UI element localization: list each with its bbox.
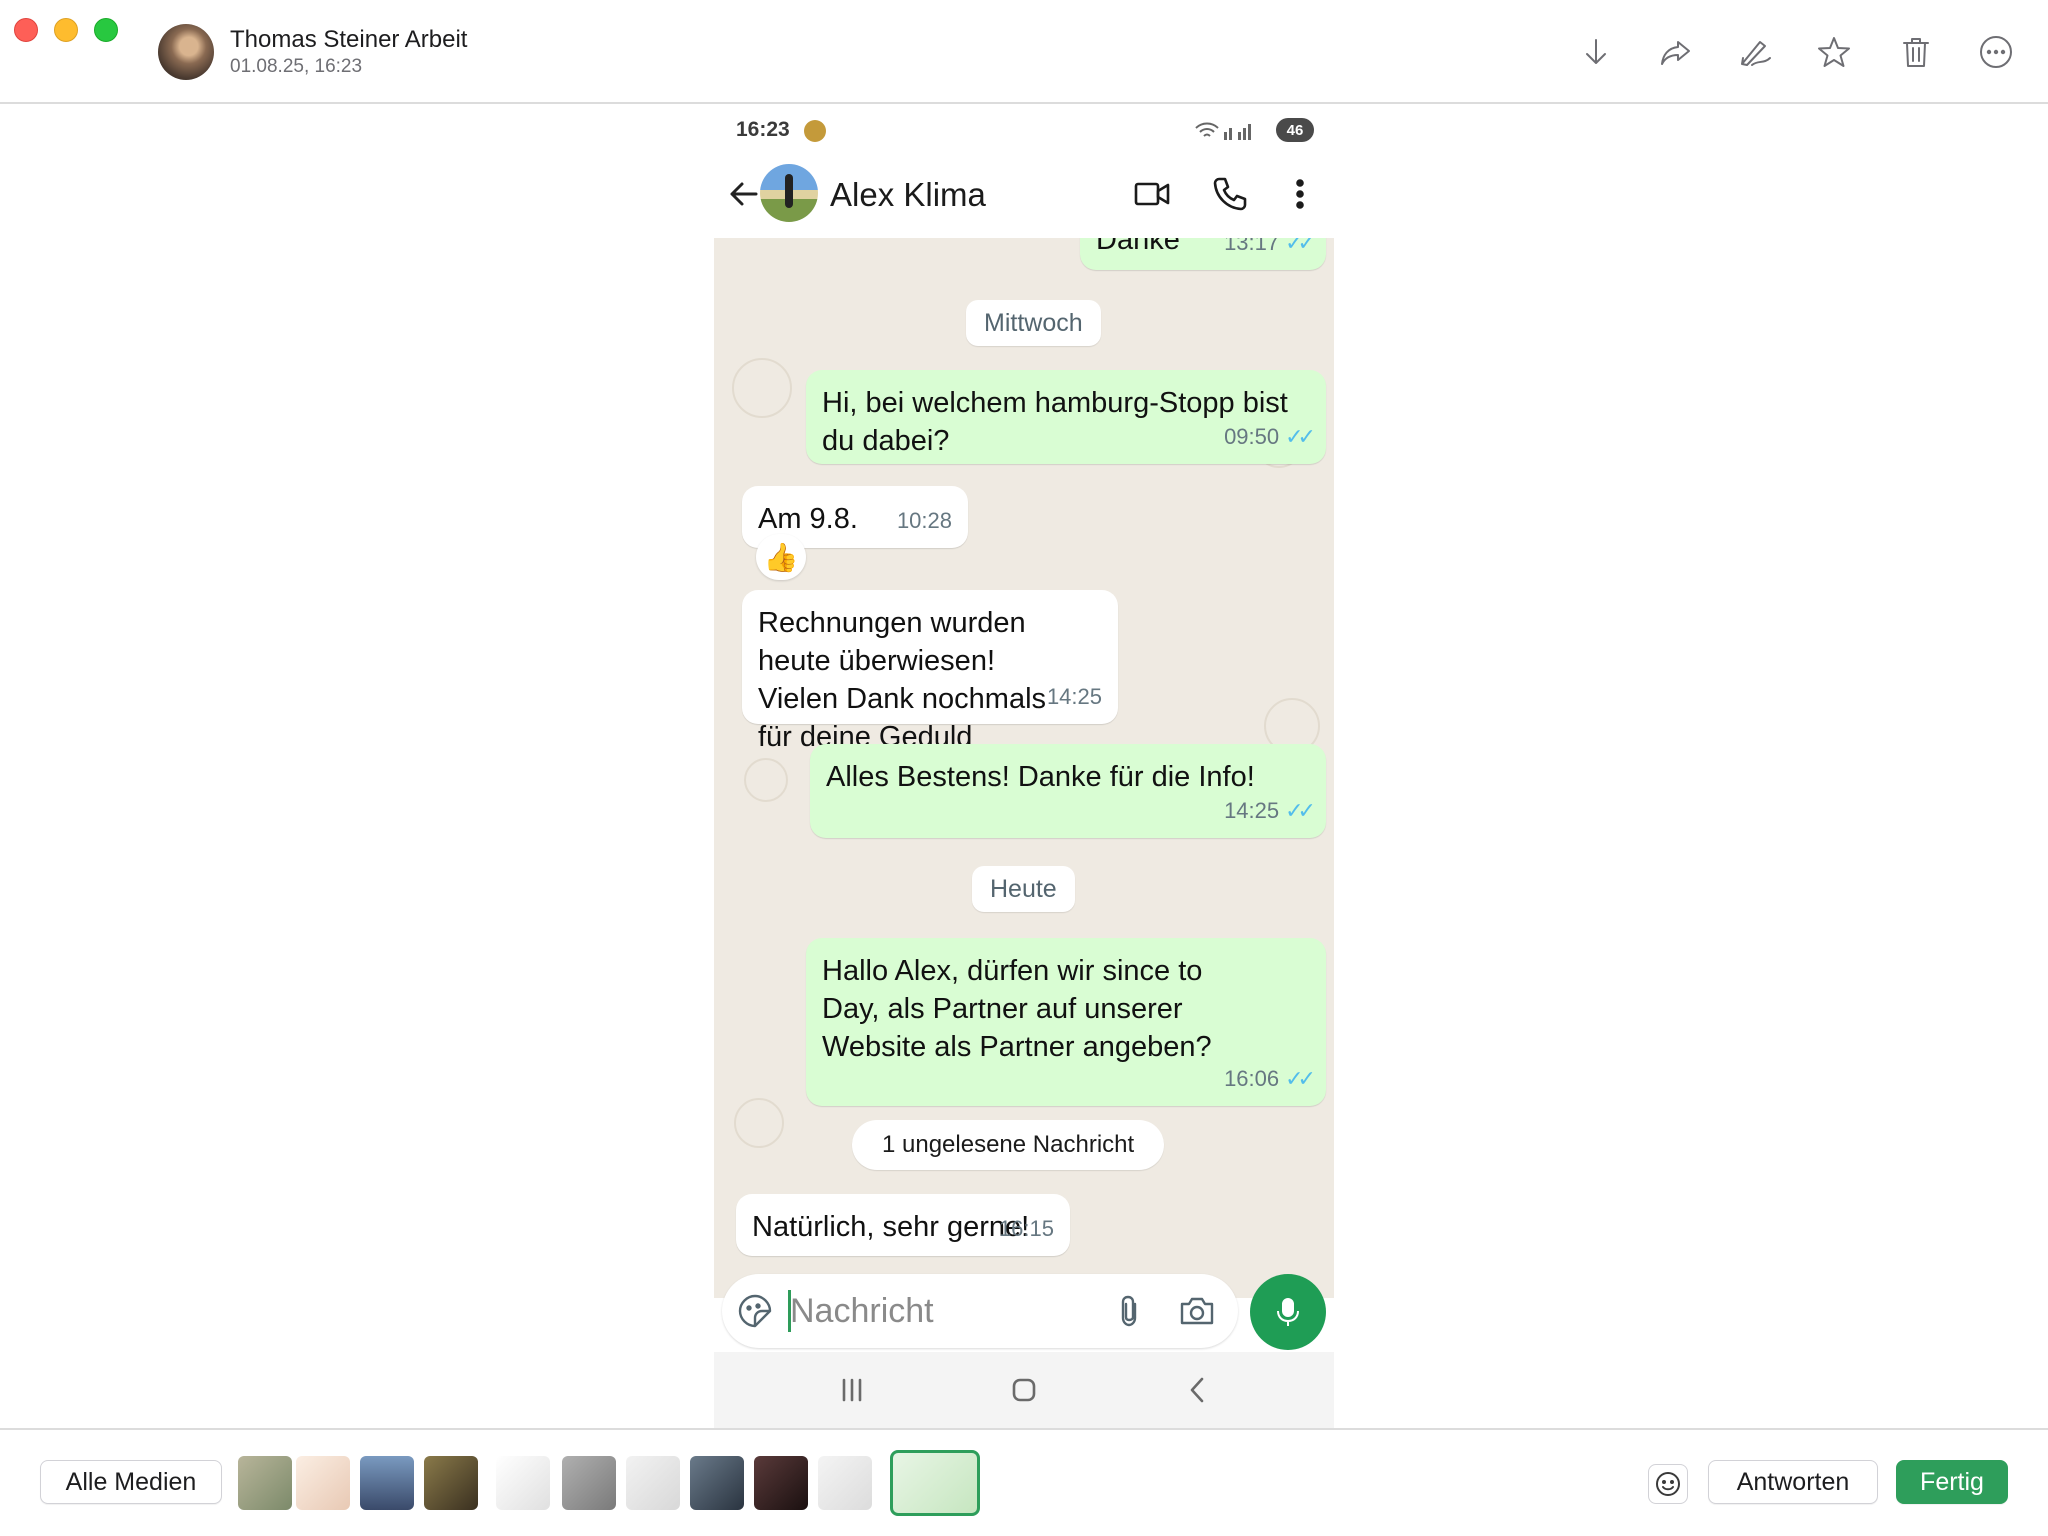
- chat-header: Alex Klima: [714, 156, 1334, 238]
- chat-area: Danke 13:17 ✓✓ Mittwoch Hi, bei welchem h…: [714, 238, 1334, 1298]
- media-thumbnail[interactable]: [424, 1456, 478, 1510]
- media-thumbnail[interactable]: [818, 1456, 872, 1510]
- media-thumbnail[interactable]: [626, 1456, 680, 1510]
- day-separator: Mittwoch: [966, 300, 1101, 346]
- contact-name[interactable]: Alex Klima: [830, 176, 986, 214]
- message-text: Am 9.8.: [758, 503, 858, 535]
- media-thumbnail-selected[interactable]: [890, 1450, 980, 1516]
- media-thumbnail[interactable]: [562, 1456, 616, 1510]
- media-thumbnail[interactable]: [690, 1456, 744, 1510]
- message-time: 13:17: [1224, 238, 1280, 255]
- contact-avatar[interactable]: [760, 164, 818, 222]
- minimize-window-button[interactable]: [54, 18, 78, 42]
- message-composer: [722, 1274, 1238, 1348]
- message-bubble-outgoing[interactable]: Alles Bestens! Danke für die Info! 14:25…: [810, 744, 1326, 838]
- download-icon[interactable]: [1576, 32, 1616, 72]
- smiley-icon: [1656, 1472, 1680, 1496]
- message-text: Natürlich, sehr gerne!: [752, 1211, 1030, 1243]
- message-input[interactable]: [790, 1284, 1090, 1338]
- message-bubble-outgoing[interactable]: Hi, bei welchem hamburg-Stopp bist du da…: [806, 370, 1326, 464]
- title-bar: Thomas Steiner Arbeit 01.08.25, 16:23: [0, 0, 2048, 104]
- sender-avatar: [158, 24, 214, 80]
- reply-button[interactable]: Antworten: [1708, 1460, 1878, 1504]
- camera-icon[interactable]: [1178, 1292, 1216, 1330]
- read-receipt-icon: ✓✓: [1285, 798, 1316, 823]
- sticker-icon[interactable]: [736, 1292, 774, 1330]
- message-time: 16:15: [998, 1216, 1054, 1241]
- message-text: Hallo Alex, dürfen wir since to Day, als…: [822, 955, 1212, 1063]
- phone-screenshot: 16:23 46 Alex Klima Danke 13:17 ✓✓ Mittw…: [714, 106, 1334, 1428]
- video-call-icon[interactable]: [1132, 174, 1172, 214]
- media-viewer-window: Thomas Steiner Arbeit 01.08.25, 16:23 16…: [0, 0, 2048, 1536]
- read-receipt-icon: ✓✓: [1285, 424, 1316, 449]
- message-time: 14:25: [1046, 684, 1102, 709]
- message-time: 16:06: [1224, 1066, 1280, 1091]
- phone-call-icon[interactable]: [1210, 174, 1250, 214]
- kebab-menu-icon[interactable]: [1280, 174, 1320, 214]
- share-icon[interactable]: [1656, 32, 1696, 72]
- markup-icon[interactable]: [1736, 32, 1776, 72]
- media-thumbnail[interactable]: [296, 1456, 350, 1510]
- read-receipt-icon: ✓✓: [1285, 1066, 1316, 1091]
- reaction-thumbs-up-icon[interactable]: 👍: [756, 534, 806, 580]
- media-thumbnail[interactable]: [238, 1456, 292, 1510]
- status-time: 16:23: [736, 118, 790, 141]
- message-bubble-incoming[interactable]: Natürlich, sehr gerne! 16:15: [736, 1194, 1070, 1256]
- notification-badge-icon: [804, 120, 826, 142]
- star-icon[interactable]: [1814, 32, 1854, 72]
- more-icon[interactable]: [1976, 32, 2016, 72]
- signal-icon: [1194, 120, 1258, 147]
- message-bubble-outgoing[interactable]: Danke 13:17 ✓✓: [1080, 238, 1326, 270]
- microphone-button[interactable]: [1250, 1274, 1326, 1350]
- nav-back-icon[interactable]: [1178, 1370, 1218, 1410]
- back-arrow-icon[interactable]: [726, 176, 762, 212]
- message-text: Rechnungen wurden heute überwiesen! Viel…: [758, 607, 1047, 753]
- all-media-button[interactable]: Alle Medien: [40, 1460, 222, 1504]
- message-time: 10:28: [896, 508, 952, 533]
- zoom-window-button[interactable]: [94, 18, 118, 42]
- microphone-icon: [1277, 1298, 1299, 1326]
- message-time: 09:50: [1224, 424, 1280, 449]
- unread-messages-divider: 1 ungelesene Nachricht: [852, 1120, 1165, 1170]
- battery-indicator: 46: [1276, 118, 1314, 142]
- read-receipt-icon: ✓✓: [1285, 238, 1316, 255]
- home-icon[interactable]: [1004, 1370, 1044, 1410]
- trash-icon[interactable]: [1896, 32, 1936, 72]
- done-button[interactable]: Fertig: [1896, 1460, 2008, 1504]
- media-thumbnail[interactable]: [496, 1456, 550, 1510]
- message-text: Alles Bestens! Danke für die Info!: [826, 761, 1255, 793]
- message-text: Hi, bei welchem hamburg-Stopp bist du da…: [822, 387, 1288, 457]
- close-window-button[interactable]: [14, 18, 38, 42]
- media-thumbnail[interactable]: [754, 1456, 808, 1510]
- recents-icon[interactable]: [832, 1370, 872, 1410]
- android-nav-bar: [714, 1352, 1334, 1428]
- message-time: 14:25: [1224, 798, 1280, 823]
- message-bubble-incoming[interactable]: Rechnungen wurden heute überwiesen! Viel…: [742, 590, 1118, 753]
- phone-status-bar: 16:23 46: [714, 106, 1334, 156]
- sender-name: Thomas Steiner Arbeit: [230, 26, 468, 53]
- sender-date: 01.08.25, 16:23: [230, 56, 363, 77]
- message-text: Danke: [1096, 238, 1180, 256]
- emoji-reaction-button[interactable]: [1648, 1464, 1688, 1504]
- day-separator: Heute: [972, 866, 1075, 912]
- attach-icon[interactable]: [1110, 1292, 1148, 1330]
- media-thumbnail[interactable]: [360, 1456, 414, 1510]
- message-bubble-outgoing[interactable]: Hallo Alex, dürfen wir since to Day, als…: [806, 938, 1326, 1106]
